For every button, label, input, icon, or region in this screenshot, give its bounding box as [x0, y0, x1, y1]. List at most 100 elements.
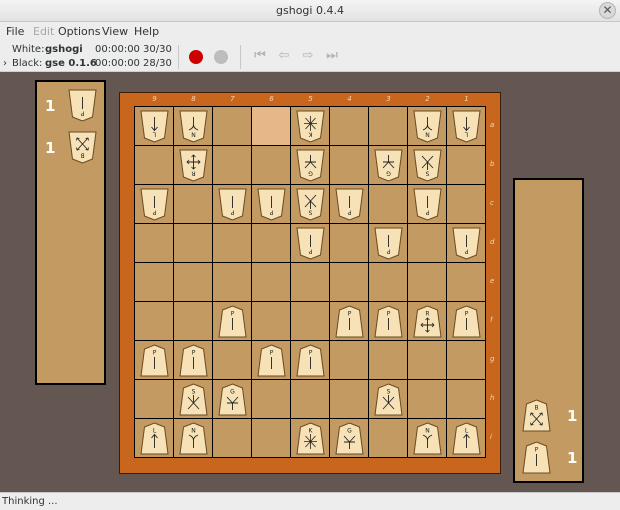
black-pawn-piece[interactable]: P	[374, 305, 403, 338]
board-square-3i[interactable]	[369, 419, 408, 458]
board-square-6i[interactable]	[252, 419, 291, 458]
white-gold-piece[interactable]: G	[296, 149, 325, 182]
white-pawn-piece[interactable]: P	[296, 227, 325, 260]
black-king-piece[interactable]: K	[296, 422, 325, 455]
board-square-4b[interactable]	[330, 146, 369, 185]
board-square-6d[interactable]	[252, 224, 291, 263]
white-hand-panel[interactable]: P 1 B 1	[35, 80, 106, 385]
board-square-4d[interactable]	[330, 224, 369, 263]
black-lance-piece[interactable]: L	[452, 422, 481, 455]
black-silver-piece[interactable]: S	[179, 383, 208, 416]
white-rook-piece[interactable]: R	[179, 149, 208, 182]
board-square-7b[interactable]	[213, 146, 252, 185]
shogi-board[interactable]: L N K N L R G G S P P P S P P P P P P P P R P P P P P S G S L N K G N L	[134, 106, 486, 458]
board-square-9b[interactable]	[135, 146, 174, 185]
menu-options[interactable]: Options	[58, 25, 100, 38]
black-pawn-piece[interactable]: P	[257, 344, 286, 377]
board-square-6e[interactable]	[252, 263, 291, 302]
menu-help[interactable]: Help	[134, 25, 159, 38]
white-pawn-piece[interactable]: P	[374, 227, 403, 260]
black-hand-pawn[interactable]: P	[522, 441, 551, 474]
white-pawn-piece[interactable]: P	[413, 188, 442, 221]
board-square-6a[interactable]	[252, 107, 291, 146]
black-rook-piece[interactable]: R	[413, 305, 442, 338]
board-square-9h[interactable]	[135, 380, 174, 419]
board-square-7a[interactable]	[213, 107, 252, 146]
board-square-1c[interactable]	[447, 185, 486, 224]
black-pawn-piece[interactable]: P	[452, 305, 481, 338]
first-move-icon[interactable]: ⏮	[252, 48, 268, 64]
board-square-6h[interactable]	[252, 380, 291, 419]
board-square-3c[interactable]	[369, 185, 408, 224]
board-square-8d[interactable]	[174, 224, 213, 263]
board-square-8e[interactable]	[174, 263, 213, 302]
white-lance-piece[interactable]: L	[452, 110, 481, 143]
black-pawn-piece[interactable]: P	[335, 305, 364, 338]
board-square-4e[interactable]	[330, 263, 369, 302]
board-square-2h[interactable]	[408, 380, 447, 419]
black-knight-piece[interactable]: N	[413, 422, 442, 455]
last-move-icon[interactable]: ⏭	[324, 48, 340, 64]
menu-file[interactable]: File	[6, 25, 24, 38]
white-silver-piece[interactable]: S	[296, 188, 325, 221]
board-square-4g[interactable]	[330, 341, 369, 380]
board-square-2g[interactable]	[408, 341, 447, 380]
board-square-6f[interactable]	[252, 302, 291, 341]
white-pawn-piece[interactable]: P	[335, 188, 364, 221]
white-silver-piece[interactable]: S	[413, 149, 442, 182]
white-knight-piece[interactable]: N	[413, 110, 442, 143]
white-hand-bishop[interactable]: B	[68, 131, 97, 164]
menu-view[interactable]: View	[102, 25, 128, 38]
white-king-piece[interactable]: K	[296, 110, 325, 143]
close-window-button[interactable]: ✕	[599, 2, 616, 19]
board-square-8f[interactable]	[174, 302, 213, 341]
board-square-5e[interactable]	[291, 263, 330, 302]
board-square-9d[interactable]	[135, 224, 174, 263]
stop-button[interactable]	[214, 50, 228, 64]
board-square-1e[interactable]	[447, 263, 486, 302]
board-square-6b[interactable]	[252, 146, 291, 185]
black-pawn-piece[interactable]: P	[179, 344, 208, 377]
board-square-1g[interactable]	[447, 341, 486, 380]
board-square-3g[interactable]	[369, 341, 408, 380]
white-hand-pawn[interactable]: P	[68, 89, 97, 122]
white-knight-piece[interactable]: N	[179, 110, 208, 143]
black-pawn-piece[interactable]: P	[218, 305, 247, 338]
board-square-5f[interactable]	[291, 302, 330, 341]
next-move-icon[interactable]: ⇨	[300, 48, 316, 64]
board-square-2d[interactable]	[408, 224, 447, 263]
white-gold-piece[interactable]: G	[374, 149, 403, 182]
go-button[interactable]	[189, 50, 203, 64]
black-lance-piece[interactable]: L	[140, 422, 169, 455]
board-square-1h[interactable]	[447, 380, 486, 419]
white-pawn-piece[interactable]: P	[140, 188, 169, 221]
board-square-9f[interactable]	[135, 302, 174, 341]
black-hand-panel[interactable]: B 1 P 1	[513, 178, 584, 483]
menu-edit[interactable]: Edit	[33, 25, 54, 38]
black-silver-piece[interactable]: S	[374, 383, 403, 416]
black-knight-piece[interactable]: N	[179, 422, 208, 455]
board-square-7i[interactable]	[213, 419, 252, 458]
previous-move-icon[interactable]: ⇦	[276, 48, 292, 64]
black-gold-piece[interactable]: G	[335, 422, 364, 455]
board-square-1b[interactable]	[447, 146, 486, 185]
board-square-4a[interactable]	[330, 107, 369, 146]
board-square-7d[interactable]	[213, 224, 252, 263]
board-square-2e[interactable]	[408, 263, 447, 302]
board-square-4h[interactable]	[330, 380, 369, 419]
board-square-7e[interactable]	[213, 263, 252, 302]
board-square-5h[interactable]	[291, 380, 330, 419]
black-pawn-piece[interactable]: P	[140, 344, 169, 377]
white-lance-piece[interactable]: L	[140, 110, 169, 143]
black-gold-piece[interactable]: G	[218, 383, 247, 416]
white-pawn-piece[interactable]: P	[218, 188, 247, 221]
board-square-7g[interactable]	[213, 341, 252, 380]
board-square-8c[interactable]	[174, 185, 213, 224]
board-square-3e[interactable]	[369, 263, 408, 302]
board-square-3a[interactable]	[369, 107, 408, 146]
black-pawn-piece[interactable]: P	[296, 344, 325, 377]
board-square-9e[interactable]	[135, 263, 174, 302]
white-pawn-piece[interactable]: P	[257, 188, 286, 221]
black-hand-bishop[interactable]: B	[522, 399, 551, 432]
white-pawn-piece[interactable]: P	[452, 227, 481, 260]
